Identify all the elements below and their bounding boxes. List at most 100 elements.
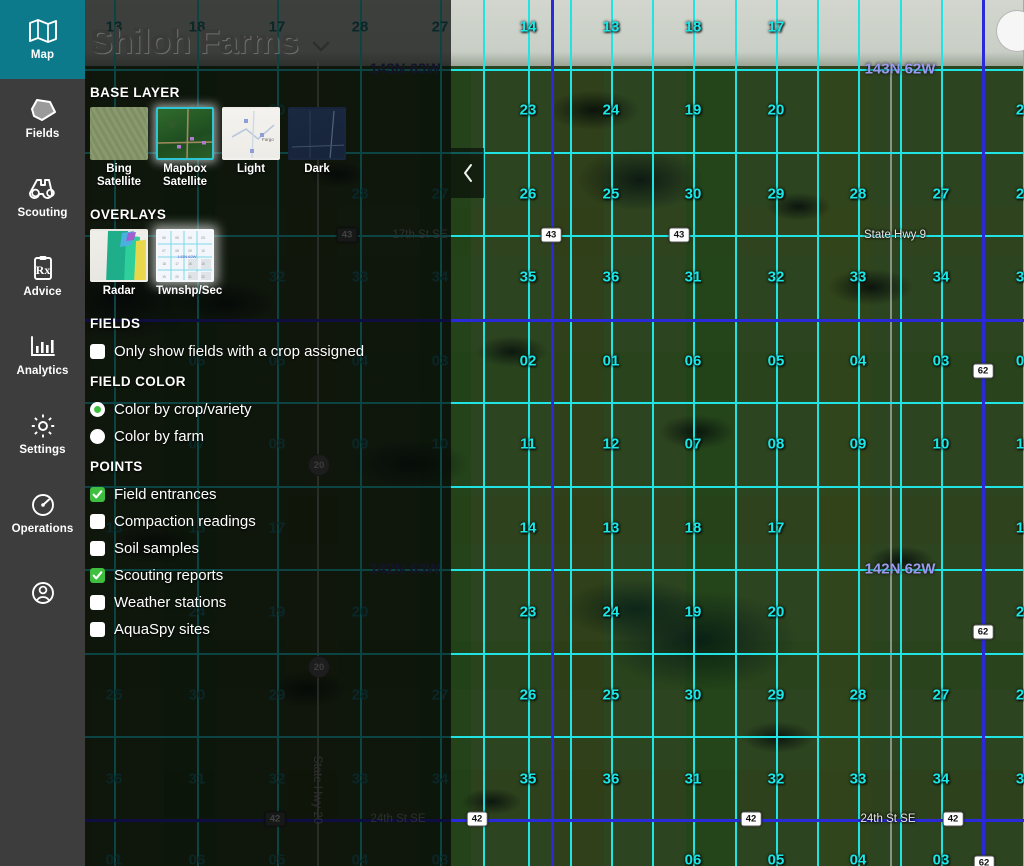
points-heading: POINTS — [90, 458, 143, 474]
tile-caption: Radar — [90, 285, 148, 298]
field-color-option-1[interactable]: Color by farm — [85, 423, 451, 450]
option-label: AquaSpy sites — [114, 620, 210, 638]
points-option-0[interactable]: Field entrances — [85, 481, 451, 508]
panel-body: BASE LAYER Bing Satellite Mapbox Satellite F… — [85, 85, 451, 643]
chevron-down-icon[interactable] — [308, 27, 334, 59]
nav-items: Map Fields Scouting Rx Advice Analytics Settin… — [0, 0, 85, 632]
points-option-5[interactable]: AquaSpy sites — [85, 616, 451, 643]
points-option-3[interactable]: Scouting reports — [85, 562, 451, 589]
base-layer-heading: BASE LAYER — [90, 85, 180, 100]
option-label: Weather stations — [114, 593, 227, 611]
tile-caption-line1: Radar — [102, 285, 136, 298]
checkbox[interactable] — [90, 594, 105, 610]
sidebar-item-operations[interactable]: Operations — [0, 474, 85, 553]
sidebar-item-map[interactable]: Map — [0, 0, 85, 79]
sidebar-item-label: Settings — [19, 444, 66, 456]
tile-radar[interactable]: Radar — [90, 229, 148, 298]
tile-dark[interactable]: Dark — [288, 107, 346, 189]
sidebar-item-account[interactable] — [0, 553, 85, 632]
sidebar-item-scouting[interactable]: Scouting — [0, 158, 85, 237]
rx-clipboard-icon: Rx — [28, 255, 58, 281]
road-vertical — [890, 62, 892, 866]
svg-text:Fargo: Fargo — [262, 137, 274, 142]
user-circle-icon — [28, 580, 58, 606]
svg-text:15: 15 — [201, 262, 205, 266]
radio-button[interactable] — [90, 428, 105, 444]
highway-shield: 62 — [972, 363, 994, 379]
svg-text:09: 09 — [188, 249, 192, 253]
svg-text:06: 06 — [162, 236, 166, 240]
fields-options: Only show fields with a crop assigned — [85, 338, 451, 365]
township-gridline-vertical — [551, 0, 554, 866]
svg-text:Rx: Rx — [35, 263, 50, 277]
primary-navigation-rail: Map Fields Scouting Rx Advice Analytics Settin… — [0, 0, 85, 866]
tile-caption: Bing Satellite — [90, 163, 148, 189]
highway-shield: 62 — [973, 855, 995, 866]
panel-header: Shiloh Farms — [85, 0, 451, 85]
tile-thumbnail: Fargo — [222, 107, 280, 160]
svg-text:08: 08 — [175, 249, 179, 253]
sidebar-item-label: Fields — [25, 128, 60, 140]
tile-bing[interactable]: Bing Satellite — [90, 107, 148, 189]
tile-caption-line1: Bing — [106, 163, 132, 175]
chevron-left-icon — [463, 164, 472, 182]
township-range-label: 142N 62W — [864, 560, 936, 578]
township-gridline-vertical — [982, 0, 985, 866]
tile-caption: Light — [222, 163, 280, 176]
svg-text:03: 03 — [201, 236, 205, 240]
highway-shield: 42 — [466, 811, 488, 827]
svg-text:17: 17 — [175, 262, 179, 266]
points-option-4[interactable]: Weather stations — [85, 589, 451, 616]
tile-twnshp-sec[interactable]: 143N 62W 06 05 04 03 07 08 09 10 18 17 16 15 19 20 21 22… — [156, 229, 223, 298]
tile-thumbnail — [90, 107, 148, 160]
sidebar-item-analytics[interactable]: Analytics — [0, 316, 85, 395]
fields-heading: FIELDS — [90, 315, 141, 331]
panel-collapse-button[interactable] — [451, 148, 484, 198]
map-application: 1318172827141318171920232419202282726253… — [0, 0, 1024, 866]
tile-light[interactable]: Fargo Light — [222, 107, 280, 189]
svg-text:07: 07 — [162, 249, 166, 253]
checkbox[interactable] — [90, 567, 105, 583]
tile-caption-line1: Twnshp/Sec — [156, 285, 223, 298]
sidebar-item-advice[interactable]: Rx Advice — [0, 237, 85, 316]
option-label: Scouting reports — [114, 566, 224, 584]
option-only-crop-fields[interactable]: Only show fields with a crop assigned — [85, 338, 451, 365]
option-label: Color by crop/variety — [114, 400, 252, 418]
township-range-label: 143N 62W — [864, 60, 936, 78]
gauge-icon — [28, 492, 58, 518]
tile-caption-line2: Satellite — [96, 176, 142, 189]
radio-button[interactable] — [90, 401, 105, 417]
svg-text:05: 05 — [175, 236, 179, 240]
points-option-1[interactable]: Compaction readings — [85, 508, 451, 535]
sidebar-item-fields[interactable]: Fields — [0, 79, 85, 158]
tile-caption-line1: Mapbox — [163, 163, 207, 175]
svg-text:20: 20 — [175, 275, 179, 279]
sidebar-item-label: Scouting — [17, 207, 68, 219]
points-options: Field entrances Compaction readings Soil s… — [85, 481, 451, 643]
bar-chart-icon — [28, 334, 58, 360]
tile-caption-line1: Dark — [304, 163, 330, 175]
tile-thumbnail — [156, 107, 214, 160]
checkbox[interactable] — [90, 621, 105, 637]
svg-text:22: 22 — [201, 275, 205, 279]
sidebar-item-label: Operations — [11, 523, 74, 535]
road-name-label: 24th St SE — [860, 813, 916, 825]
field-color-heading: FIELD COLOR — [90, 373, 186, 389]
checkbox[interactable] — [90, 540, 105, 556]
highway-shield: 43 — [668, 227, 690, 243]
checkbox[interactable] — [90, 513, 105, 529]
binoculars-icon — [28, 176, 58, 202]
tile-mapbox[interactable]: Mapbox Satellite — [156, 107, 214, 189]
checkbox[interactable] — [90, 486, 105, 502]
option-label: Soil samples — [114, 539, 200, 557]
svg-text:19: 19 — [162, 275, 166, 279]
points-option-2[interactable]: Soil samples — [85, 535, 451, 562]
road-name-label: State Hwy 9 — [864, 229, 926, 241]
svg-text:143N 62W: 143N 62W — [178, 254, 197, 259]
map-icon — [28, 18, 58, 44]
sidebar-item-settings[interactable]: Settings — [0, 395, 85, 474]
svg-text:16: 16 — [188, 262, 192, 266]
checkbox[interactable] — [90, 343, 105, 359]
field-color-option-0[interactable]: Color by crop/variety — [85, 396, 451, 423]
svg-text:04: 04 — [188, 236, 192, 240]
